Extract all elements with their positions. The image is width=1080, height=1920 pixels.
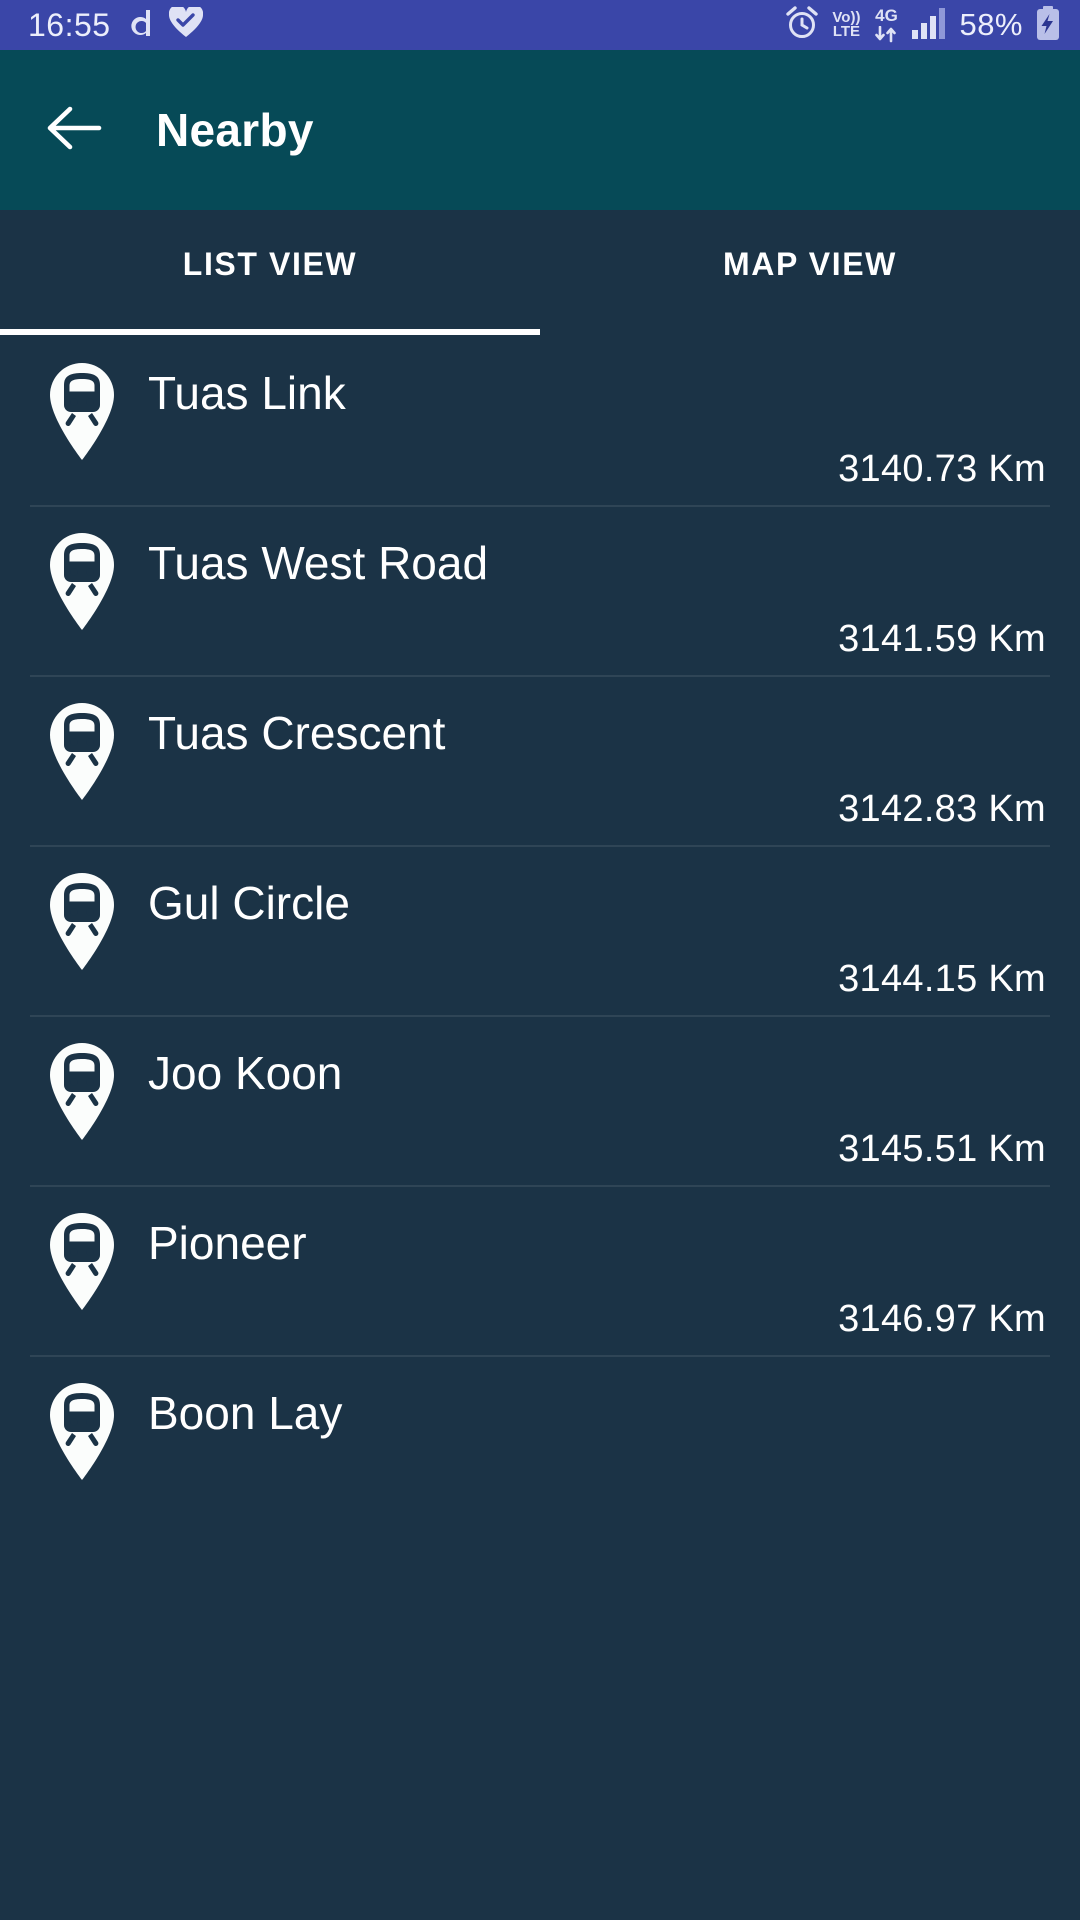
station-distance: 3144.15 Km xyxy=(838,958,1046,1000)
volte-bottom-label: LTE xyxy=(832,23,861,40)
back-button[interactable] xyxy=(42,98,106,162)
page-title: Nearby xyxy=(156,104,314,156)
tab-map-view[interactable]: MAP VIEW xyxy=(540,210,1080,335)
station-distance: 3146.97 Km xyxy=(838,1298,1046,1340)
train-station-pin-icon xyxy=(50,873,114,970)
arrow-left-icon xyxy=(46,106,102,155)
network-type-label: 4G xyxy=(875,6,898,25)
train-station-pin-icon xyxy=(50,1043,114,1140)
station-name: Boon Lay xyxy=(148,1387,343,1439)
heart-check-icon xyxy=(168,4,203,43)
battery-charging-icon xyxy=(1036,5,1060,45)
station-row-header: Boon Lay xyxy=(30,1355,1050,1481)
battery-percent-label: 58% xyxy=(959,7,1023,42)
station-list-item[interactable]: Boon Lay xyxy=(0,1355,1080,1525)
volte-icon: Vo)) LTE xyxy=(832,10,861,40)
station-list-item[interactable]: Tuas West Road 3141.59 Km xyxy=(0,505,1080,675)
station-name: Tuas Crescent xyxy=(148,707,446,759)
station-distance: 3142.83 Km xyxy=(838,788,1046,830)
station-list[interactable]: Tuas Link 3140.73 Km Tuas West Road 3141.5… xyxy=(0,335,1080,1920)
station-list-item[interactable]: Joo Koon 3145.51 Km xyxy=(0,1015,1080,1185)
train-station-pin-icon xyxy=(50,533,114,630)
status-bar: 16:55 Vo)) LTE 4G 58% xyxy=(0,0,1080,50)
train-station-pin-icon xyxy=(50,703,114,800)
status-bar-clock: 16:55 xyxy=(28,6,111,43)
tab-bar: LIST VIEW MAP VIEW xyxy=(0,210,1080,335)
4g-data-icon: 4G xyxy=(873,7,899,43)
station-row-header: Tuas Link xyxy=(30,335,1050,461)
station-distance: 3141.59 Km xyxy=(838,618,1046,660)
station-name: Tuas Link xyxy=(148,367,346,419)
signal-bars-icon xyxy=(912,7,946,44)
station-name: Gul Circle xyxy=(148,877,350,929)
station-row-header: Gul Circle xyxy=(30,845,1050,971)
station-distance: 3145.51 Km xyxy=(838,1128,1046,1170)
station-name: Pioneer xyxy=(148,1217,307,1269)
alarm-icon xyxy=(785,5,819,45)
station-row-header: Tuas Crescent xyxy=(30,675,1050,801)
data-arrows-icon xyxy=(875,26,897,43)
station-row-header: Pioneer xyxy=(30,1185,1050,1311)
station-list-item[interactable]: Pioneer 3146.97 Km xyxy=(0,1185,1080,1355)
tab-list-view-label: LIST VIEW xyxy=(182,246,358,282)
status-bar-left: 16:55 xyxy=(28,4,203,44)
tab-map-view-label: MAP VIEW xyxy=(722,246,897,282)
tab-list-view[interactable]: LIST VIEW xyxy=(0,210,540,335)
app-bar: Nearby xyxy=(0,50,1080,210)
station-name: Tuas West Road xyxy=(148,537,489,589)
status-bar-right: Vo)) LTE 4G 58% xyxy=(785,5,1060,45)
station-row-header: Tuas West Road xyxy=(30,505,1050,631)
train-station-pin-icon xyxy=(50,1383,114,1480)
train-station-pin-icon xyxy=(50,363,114,460)
station-name: Joo Koon xyxy=(148,1047,343,1099)
train-station-pin-icon xyxy=(50,1213,114,1310)
station-list-item[interactable]: Tuas Link 3140.73 Km xyxy=(0,335,1080,505)
app-d-icon xyxy=(127,8,153,43)
station-row-header: Joo Koon xyxy=(30,1015,1050,1141)
station-distance: 3140.73 Km xyxy=(838,448,1046,490)
station-list-item[interactable]: Gul Circle 3144.15 Km xyxy=(0,845,1080,1015)
station-list-item[interactable]: Tuas Crescent 3142.83 Km xyxy=(0,675,1080,845)
